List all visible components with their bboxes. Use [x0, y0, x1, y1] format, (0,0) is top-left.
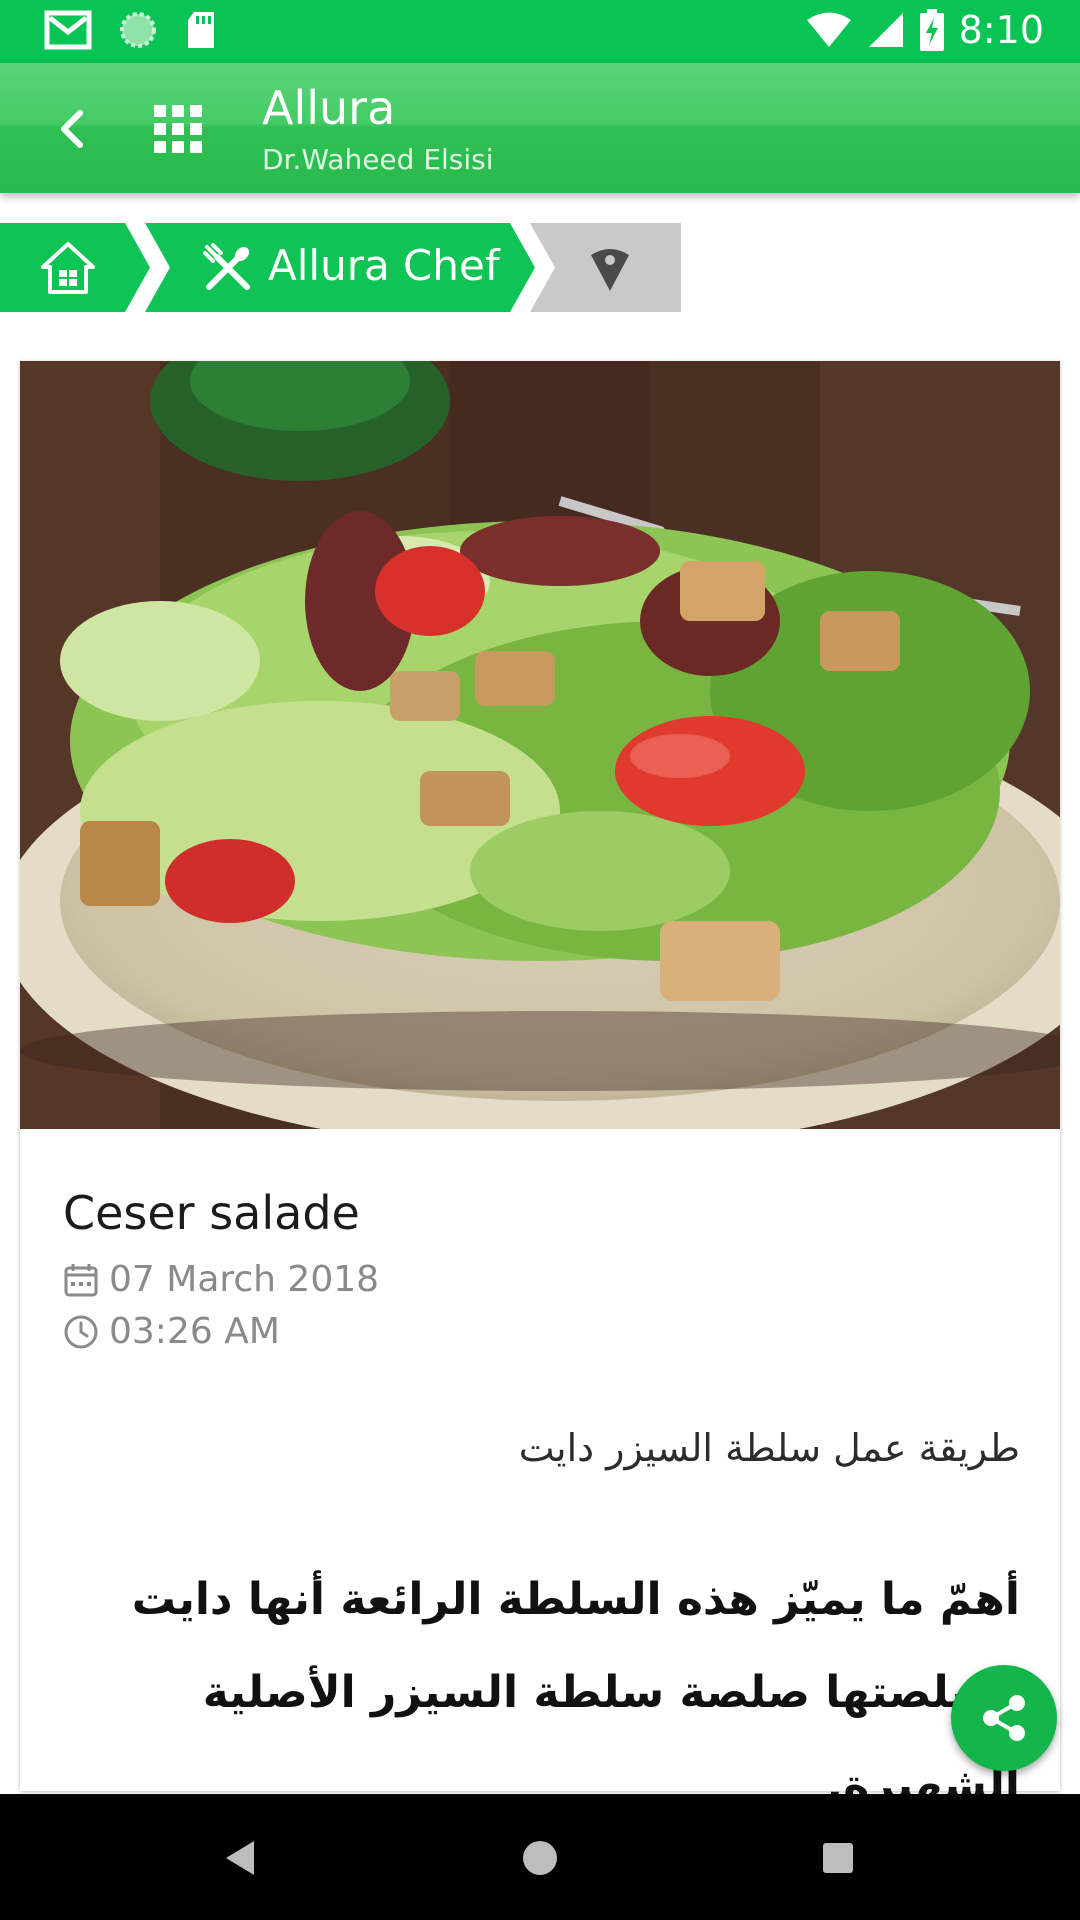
- apps-grid-icon[interactable]: [150, 101, 206, 157]
- article-date-row: 07 March 2018: [63, 1259, 379, 1300]
- utensils-icon: [203, 243, 250, 290]
- caesar-salad-photo: [20, 361, 1060, 1129]
- clock: 8:10: [958, 8, 1044, 52]
- breadcrumb-tag[interactable]: [530, 223, 681, 312]
- home-nav-icon[interactable]: [521, 1839, 559, 1877]
- article-card[interactable]: Ceser salade 07 March 2018 03:26 AM طريق…: [20, 361, 1060, 1811]
- article-body: أهمّ ما يميّز هذه السلطة الرائعة أنها دا…: [131, 1574, 1020, 1811]
- recents-nav-icon[interactable]: [821, 1841, 855, 1875]
- article-subtitle: طريقة عمل سلطة السيزر دايت: [518, 1426, 1020, 1470]
- back-arrow-icon[interactable]: [46, 101, 102, 157]
- signal-icon: [868, 13, 903, 47]
- article-time: 03:26 AM: [109, 1311, 280, 1352]
- app-subtitle: Dr.Waheed Elsisi: [262, 143, 494, 176]
- app-title: Allura: [262, 81, 396, 135]
- calendar-icon: [64, 1263, 98, 1296]
- gmail-icon: [44, 10, 92, 50]
- tag-icon: [591, 249, 629, 291]
- article-date: 07 March 2018: [109, 1259, 380, 1300]
- share-icon: [983, 1695, 1025, 1741]
- sd-card-icon: [188, 12, 214, 48]
- back-nav-icon[interactable]: [222, 1838, 258, 1878]
- wifi-icon: [806, 12, 851, 47]
- breadcrumb-allura-chef[interactable]: Allura Chef: [145, 223, 535, 312]
- status-bar: 8:10: [0, 0, 1080, 63]
- article-time-row: 03:26 AM: [63, 1311, 280, 1352]
- home-icon: [41, 242, 95, 294]
- app-bar: Allura Dr.Waheed Elsisi: [0, 63, 1080, 193]
- system-nav-bar: [0, 1794, 1080, 1920]
- breadcrumb-label: Allura Chef: [268, 241, 500, 290]
- battery-charging-icon: [919, 9, 944, 51]
- clock-icon: [64, 1315, 98, 1348]
- breadcrumb: Allura Chef: [0, 223, 700, 312]
- article-title: Ceser salade: [63, 1186, 360, 1240]
- share-button[interactable]: [951, 1665, 1057, 1771]
- breadcrumb-home[interactable]: [0, 223, 150, 312]
- sync-icon: [120, 12, 156, 48]
